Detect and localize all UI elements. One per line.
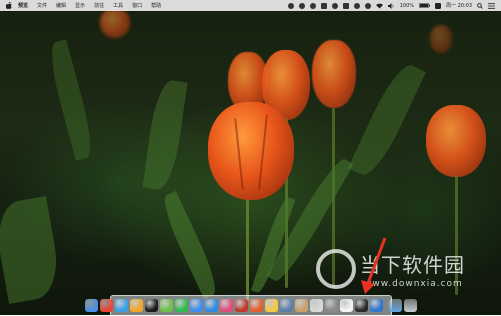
- menu-extra-icon[interactable]: [298, 2, 305, 9]
- leaf: [157, 190, 223, 300]
- weibo-icon[interactable]: [250, 299, 263, 312]
- wifi-icon[interactable]: [375, 3, 383, 9]
- volume-icon[interactable]: [387, 2, 395, 9]
- tulip-bg-5: [100, 8, 130, 38]
- xcode-icon[interactable]: [370, 299, 383, 312]
- menu-view[interactable]: 显示: [75, 2, 85, 9]
- tulip-bg-6: [430, 25, 452, 53]
- notification-center-icon[interactable]: [488, 2, 495, 9]
- menu-extra-icon[interactable]: [331, 2, 338, 9]
- tulip-main: [208, 102, 294, 200]
- app-store-icon[interactable]: [205, 299, 218, 312]
- trash-icon[interactable]: [404, 299, 417, 312]
- itunes-icon[interactable]: [220, 299, 233, 312]
- menu-extra-icon[interactable]: [320, 2, 327, 9]
- system-preferences-icon[interactable]: [325, 299, 338, 312]
- bluetooth-icon[interactable]: [364, 2, 371, 9]
- menu-bar-clock[interactable]: 周一 20:03: [446, 2, 472, 9]
- menu-extra-icon[interactable]: [287, 2, 294, 9]
- watermark-circle-icon: [316, 249, 356, 289]
- menu-extra-icon[interactable]: [342, 2, 349, 9]
- battery-percentage[interactable]: 100%: [400, 3, 414, 9]
- dock: [85, 295, 417, 316]
- photo-booth-icon[interactable]: [235, 299, 248, 312]
- firefox-icon[interactable]: [130, 299, 143, 312]
- apple-menu-icon[interactable]: [5, 2, 12, 9]
- menu-bar: 预览 文件 编辑 显示 前往 工具 窗口 帮助 100% 周一 20:03: [0, 0, 501, 11]
- leaf: [142, 78, 188, 192]
- spotlight-search-icon[interactable]: [477, 2, 483, 9]
- tulip-bg-4: [426, 105, 486, 177]
- font-book-icon[interactable]: [310, 299, 323, 312]
- menu-edit[interactable]: 编辑: [56, 2, 66, 9]
- menu-tools[interactable]: 工具: [113, 2, 123, 9]
- leaf: [348, 59, 426, 181]
- menu-bar-status-area: 100% 周一 20:03: [287, 2, 495, 9]
- downloads-folder-icon[interactable]: [389, 299, 402, 312]
- menu-app-name[interactable]: 预览: [18, 2, 28, 9]
- photos-icon[interactable]: [265, 299, 278, 312]
- leaf: [44, 39, 98, 161]
- menu-extra-icon[interactable]: [309, 2, 316, 9]
- menu-help[interactable]: 帮助: [151, 2, 161, 9]
- messages-icon[interactable]: [190, 299, 203, 312]
- battery-icon[interactable]: [419, 3, 430, 8]
- preview-icon[interactable]: [280, 299, 293, 312]
- qq-icon[interactable]: [145, 299, 158, 312]
- menu-window[interactable]: 窗口: [132, 2, 142, 9]
- butterfly-icon[interactable]: [160, 299, 173, 312]
- contacts-icon[interactable]: [295, 299, 308, 312]
- tulip-bg-3: [312, 40, 356, 108]
- input-source-icon[interactable]: [435, 2, 441, 9]
- wechat-icon[interactable]: [175, 299, 188, 312]
- menu-go[interactable]: 前往: [94, 2, 104, 9]
- finder-icon[interactable]: [85, 299, 98, 312]
- safari-icon[interactable]: [115, 299, 128, 312]
- time-machine-icon[interactable]: [353, 2, 360, 9]
- menu-file[interactable]: 文件: [37, 2, 47, 9]
- calendar-icon[interactable]: [340, 299, 353, 312]
- terminal-icon[interactable]: [355, 299, 368, 312]
- leaf: [0, 195, 64, 305]
- watermark-logo: 当下软件园 www.downxia.com: [316, 247, 476, 297]
- chrome-icon[interactable]: [100, 299, 113, 312]
- red-arrow-annotation: [361, 237, 387, 294]
- tulip-stem: [246, 196, 249, 301]
